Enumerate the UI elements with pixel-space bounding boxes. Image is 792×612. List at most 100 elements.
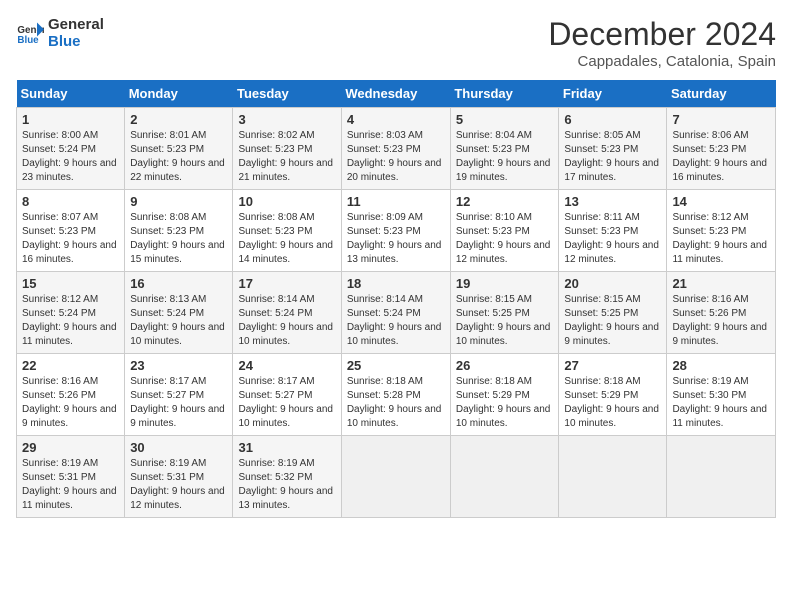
calendar: Sunday Monday Tuesday Wednesday Thursday…: [16, 80, 776, 518]
calendar-cell: 15 Sunrise: 8:12 AM Sunset: 5:24 PM Dayl…: [17, 272, 125, 354]
calendar-cell: 10 Sunrise: 8:08 AM Sunset: 5:23 PM Dayl…: [233, 190, 341, 272]
calendar-cell: 14 Sunrise: 8:12 AM Sunset: 5:23 PM Dayl…: [667, 190, 776, 272]
day-number: 20: [564, 276, 661, 291]
calendar-cell: 9 Sunrise: 8:08 AM Sunset: 5:23 PM Dayli…: [125, 190, 233, 272]
col-thursday: Thursday: [450, 80, 559, 108]
calendar-cell: [559, 436, 667, 518]
calendar-cell: 4 Sunrise: 8:03 AM Sunset: 5:23 PM Dayli…: [341, 108, 450, 190]
day-info: Sunrise: 8:13 AM Sunset: 5:24 PM Dayligh…: [130, 293, 227, 349]
day-info: Sunrise: 8:18 AM Sunset: 5:28 PM Dayligh…: [347, 375, 445, 431]
day-number: 3: [238, 112, 335, 127]
day-number: 13: [564, 194, 661, 209]
logo-line1: General: [48, 16, 104, 33]
location-title: Cappadales, Catalonia, Spain: [548, 53, 776, 70]
day-number: 25: [347, 358, 445, 373]
day-number: 21: [672, 276, 770, 291]
day-number: 17: [238, 276, 335, 291]
day-info: Sunrise: 8:09 AM Sunset: 5:23 PM Dayligh…: [347, 211, 445, 267]
day-number: 30: [130, 440, 227, 455]
day-number: 24: [238, 358, 335, 373]
day-info: Sunrise: 8:01 AM Sunset: 5:23 PM Dayligh…: [130, 129, 227, 185]
calendar-cell: 8 Sunrise: 8:07 AM Sunset: 5:23 PM Dayli…: [17, 190, 125, 272]
day-number: 14: [672, 194, 770, 209]
calendar-cell: 12 Sunrise: 8:10 AM Sunset: 5:23 PM Dayl…: [450, 190, 559, 272]
day-info: Sunrise: 8:17 AM Sunset: 5:27 PM Dayligh…: [238, 375, 335, 431]
day-number: 27: [564, 358, 661, 373]
day-info: Sunrise: 8:19 AM Sunset: 5:31 PM Dayligh…: [22, 457, 119, 513]
calendar-cell: 6 Sunrise: 8:05 AM Sunset: 5:23 PM Dayli…: [559, 108, 667, 190]
day-info: Sunrise: 8:06 AM Sunset: 5:23 PM Dayligh…: [672, 129, 770, 185]
calendar-week-2: 8 Sunrise: 8:07 AM Sunset: 5:23 PM Dayli…: [17, 190, 776, 272]
col-sunday: Sunday: [17, 80, 125, 108]
day-number: 16: [130, 276, 227, 291]
day-info: Sunrise: 8:12 AM Sunset: 5:24 PM Dayligh…: [22, 293, 119, 349]
calendar-cell: 28 Sunrise: 8:19 AM Sunset: 5:30 PM Dayl…: [667, 354, 776, 436]
day-number: 7: [672, 112, 770, 127]
day-info: Sunrise: 8:18 AM Sunset: 5:29 PM Dayligh…: [564, 375, 661, 431]
day-info: Sunrise: 8:00 AM Sunset: 5:24 PM Dayligh…: [22, 129, 119, 185]
day-info: Sunrise: 8:19 AM Sunset: 5:32 PM Dayligh…: [238, 457, 335, 513]
logo-icon: General Blue: [16, 19, 44, 47]
day-info: Sunrise: 8:08 AM Sunset: 5:23 PM Dayligh…: [238, 211, 335, 267]
day-info: Sunrise: 8:18 AM Sunset: 5:29 PM Dayligh…: [456, 375, 554, 431]
day-info: Sunrise: 8:14 AM Sunset: 5:24 PM Dayligh…: [238, 293, 335, 349]
day-info: Sunrise: 8:15 AM Sunset: 5:25 PM Dayligh…: [564, 293, 661, 349]
day-info: Sunrise: 8:19 AM Sunset: 5:30 PM Dayligh…: [672, 375, 770, 431]
header-row: Sunday Monday Tuesday Wednesday Thursday…: [17, 80, 776, 108]
day-info: Sunrise: 8:07 AM Sunset: 5:23 PM Dayligh…: [22, 211, 119, 267]
calendar-cell: 18 Sunrise: 8:14 AM Sunset: 5:24 PM Dayl…: [341, 272, 450, 354]
calendar-cell: 21 Sunrise: 8:16 AM Sunset: 5:26 PM Dayl…: [667, 272, 776, 354]
col-monday: Monday: [125, 80, 233, 108]
day-number: 31: [238, 440, 335, 455]
calendar-cell: [450, 436, 559, 518]
day-number: 9: [130, 194, 227, 209]
day-number: 5: [456, 112, 554, 127]
calendar-cell: 5 Sunrise: 8:04 AM Sunset: 5:23 PM Dayli…: [450, 108, 559, 190]
calendar-cell: 30 Sunrise: 8:19 AM Sunset: 5:31 PM Dayl…: [125, 436, 233, 518]
svg-text:Blue: Blue: [17, 35, 39, 46]
month-title: December 2024: [548, 16, 776, 53]
day-number: 1: [22, 112, 119, 127]
calendar-cell: 27 Sunrise: 8:18 AM Sunset: 5:29 PM Dayl…: [559, 354, 667, 436]
day-number: 10: [238, 194, 335, 209]
calendar-cell: [667, 436, 776, 518]
calendar-cell: 11 Sunrise: 8:09 AM Sunset: 5:23 PM Dayl…: [341, 190, 450, 272]
day-info: Sunrise: 8:16 AM Sunset: 5:26 PM Dayligh…: [22, 375, 119, 431]
day-info: Sunrise: 8:05 AM Sunset: 5:23 PM Dayligh…: [564, 129, 661, 185]
day-number: 4: [347, 112, 445, 127]
day-number: 26: [456, 358, 554, 373]
calendar-cell: 22 Sunrise: 8:16 AM Sunset: 5:26 PM Dayl…: [17, 354, 125, 436]
header: General Blue General Blue December 2024 …: [16, 16, 776, 70]
day-info: Sunrise: 8:12 AM Sunset: 5:23 PM Dayligh…: [672, 211, 770, 267]
title-area: December 2024 Cappadales, Catalonia, Spa…: [548, 16, 776, 70]
calendar-week-1: 1 Sunrise: 8:00 AM Sunset: 5:24 PM Dayli…: [17, 108, 776, 190]
calendar-week-5: 29 Sunrise: 8:19 AM Sunset: 5:31 PM Dayl…: [17, 436, 776, 518]
calendar-cell: 2 Sunrise: 8:01 AM Sunset: 5:23 PM Dayli…: [125, 108, 233, 190]
day-info: Sunrise: 8:10 AM Sunset: 5:23 PM Dayligh…: [456, 211, 554, 267]
calendar-cell: 1 Sunrise: 8:00 AM Sunset: 5:24 PM Dayli…: [17, 108, 125, 190]
day-number: 8: [22, 194, 119, 209]
calendar-cell: 20 Sunrise: 8:15 AM Sunset: 5:25 PM Dayl…: [559, 272, 667, 354]
calendar-cell: 17 Sunrise: 8:14 AM Sunset: 5:24 PM Dayl…: [233, 272, 341, 354]
calendar-cell: 31 Sunrise: 8:19 AM Sunset: 5:32 PM Dayl…: [233, 436, 341, 518]
day-info: Sunrise: 8:15 AM Sunset: 5:25 PM Dayligh…: [456, 293, 554, 349]
day-number: 19: [456, 276, 554, 291]
calendar-cell: 16 Sunrise: 8:13 AM Sunset: 5:24 PM Dayl…: [125, 272, 233, 354]
calendar-cell: 29 Sunrise: 8:19 AM Sunset: 5:31 PM Dayl…: [17, 436, 125, 518]
day-number: 2: [130, 112, 227, 127]
day-info: Sunrise: 8:14 AM Sunset: 5:24 PM Dayligh…: [347, 293, 445, 349]
day-info: Sunrise: 8:02 AM Sunset: 5:23 PM Dayligh…: [238, 129, 335, 185]
day-info: Sunrise: 8:17 AM Sunset: 5:27 PM Dayligh…: [130, 375, 227, 431]
col-saturday: Saturday: [667, 80, 776, 108]
calendar-cell: 3 Sunrise: 8:02 AM Sunset: 5:23 PM Dayli…: [233, 108, 341, 190]
day-number: 28: [672, 358, 770, 373]
col-friday: Friday: [559, 80, 667, 108]
day-number: 23: [130, 358, 227, 373]
calendar-cell: 19 Sunrise: 8:15 AM Sunset: 5:25 PM Dayl…: [450, 272, 559, 354]
day-number: 22: [22, 358, 119, 373]
day-info: Sunrise: 8:03 AM Sunset: 5:23 PM Dayligh…: [347, 129, 445, 185]
day-number: 29: [22, 440, 119, 455]
calendar-cell: 25 Sunrise: 8:18 AM Sunset: 5:28 PM Dayl…: [341, 354, 450, 436]
calendar-week-4: 22 Sunrise: 8:16 AM Sunset: 5:26 PM Dayl…: [17, 354, 776, 436]
logo: General Blue General Blue: [16, 16, 104, 50]
